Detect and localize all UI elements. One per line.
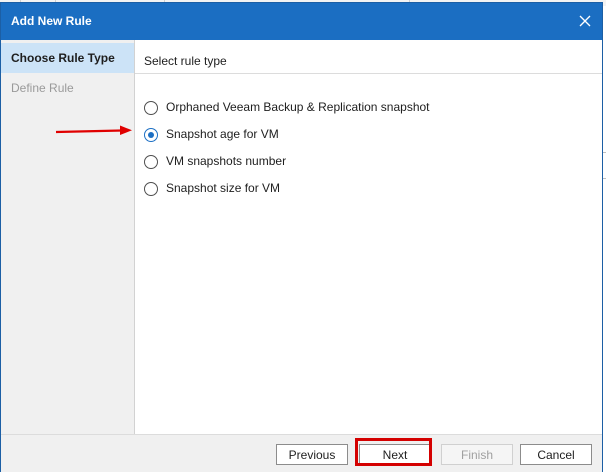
wizard-content: Select rule type Orphaned Veeam Backup &… [135, 40, 602, 434]
add-new-rule-dialog: Add New Rule Choose Rule Type Define Rul… [0, 2, 603, 472]
section-label: Select rule type [144, 54, 227, 68]
radio-label: VM snapshots number [166, 154, 287, 168]
next-button[interactable]: Next [359, 444, 431, 465]
radio-button[interactable] [144, 182, 158, 196]
nav-step-choose-rule-type[interactable]: Choose Rule Type [1, 43, 134, 73]
previous-button[interactable]: Previous [276, 444, 348, 465]
screen: Add New Rule Choose Rule Type Define Rul… [0, 0, 606, 475]
radio-button[interactable] [144, 101, 158, 115]
radio-label: Snapshot size for VM [166, 181, 281, 195]
radio-button[interactable] [144, 155, 158, 169]
radio-label: Snapshot age for VM [166, 127, 279, 141]
dialog-titlebar: Add New Rule [1, 3, 602, 40]
radio-label: Orphaned Veeam Backup & Replication snap… [166, 100, 430, 114]
nav-step-define-rule[interactable]: Define Rule [1, 73, 134, 103]
annotation-arrow-icon [55, 125, 132, 135]
section-header: Select rule type [135, 40, 602, 74]
close-icon[interactable] [578, 14, 592, 28]
radio-button-selected[interactable] [144, 128, 158, 142]
dialog-title: Add New Rule [11, 14, 92, 28]
cancel-button[interactable]: Cancel [520, 444, 592, 465]
wizard-steps-nav: Choose Rule Type Define Rule [1, 40, 135, 434]
finish-button: Finish [441, 444, 513, 465]
dialog-footer: Previous Next Finish Cancel [1, 434, 602, 472]
